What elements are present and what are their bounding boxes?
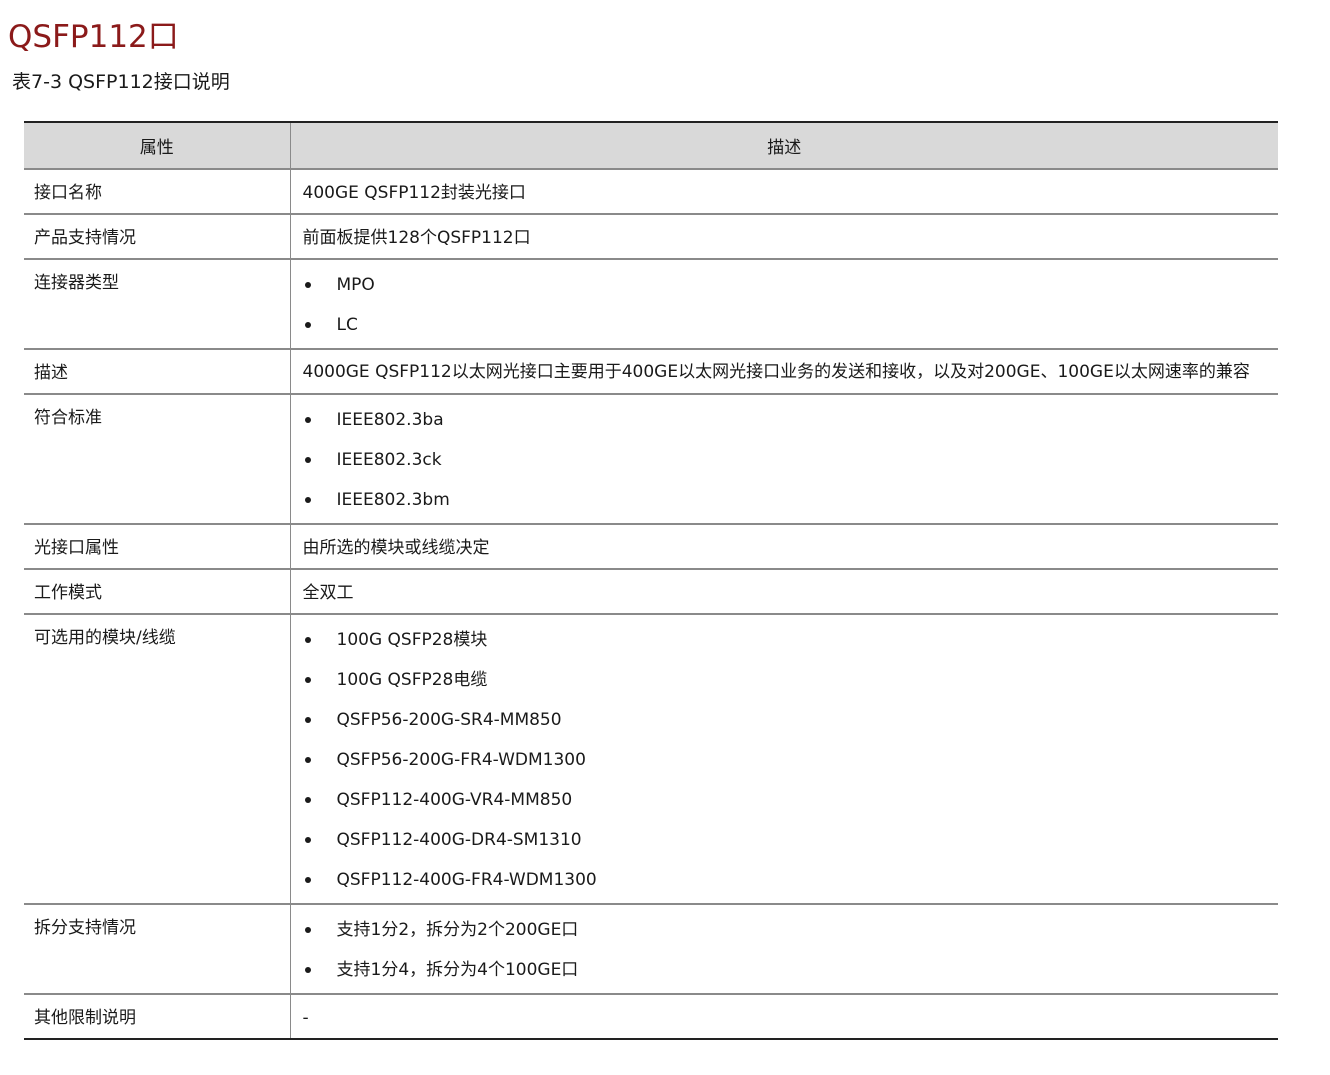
description-text: 4000GE QSFP112以太网光接口主要用于400GE以太网光接口业务的发送… <box>302 362 1250 382</box>
bullet-icon <box>304 677 311 683</box>
row-value: 100G QSFP28模块 100G QSFP28电缆 QSFP56-200G-… <box>290 614 1278 904</box>
table-row: 光接口属性 由所选的模块或线缆决定 <box>24 524 1278 569</box>
bullet-icon <box>304 757 311 763</box>
row-value: IEEE802.3ba IEEE802.3ck IEEE802.3bm <box>290 394 1278 524</box>
bullet-icon <box>304 717 311 723</box>
list-item: 100G QSFP28模块 <box>303 625 1269 665</box>
bullet-icon <box>304 797 311 803</box>
bullet-icon <box>304 967 311 973</box>
bullet-icon <box>304 322 311 328</box>
bullet-icon <box>304 497 311 503</box>
row-key: 描述 <box>24 349 291 394</box>
list-item: IEEE802.3bm <box>303 485 1269 517</box>
table-row: 拆分支持情况 支持1分2，拆分为2个200GE口 支持1分4，拆分为4个100G… <box>24 904 1278 994</box>
bullet-list: 100G QSFP28模块 100G QSFP28电缆 QSFP56-200G-… <box>303 625 1269 897</box>
row-value: MPO LC <box>290 259 1278 349</box>
header-description: 描述 <box>290 122 1278 169</box>
header-attribute: 属性 <box>24 122 291 169</box>
list-item: QSFP56-200G-FR4-WDM1300 <box>303 745 1269 785</box>
row-key: 可选用的模块/线缆 <box>24 614 291 904</box>
table-caption: 表7-3 QSFP112接口说明 <box>12 71 230 93</box>
row-key: 其他限制说明 <box>24 994 291 1039</box>
table-row: 描述 4000GE QSFP112以太网光接口主要用于400GE以太网光接口业务… <box>24 349 1278 394</box>
row-value: 400GE QSFP112封装光接口 <box>302 183 526 203</box>
bullet-icon <box>304 837 311 843</box>
table-row: 符合标准 IEEE802.3ba IEEE802.3ck IEEE802.3bm <box>24 394 1278 524</box>
table-row: 产品支持情况 前面板提供128个QSFP112口 <box>24 214 1278 259</box>
row-value: - <box>302 1008 309 1028</box>
bullet-icon <box>304 417 311 423</box>
list-item: LC <box>303 310 1269 342</box>
bullet-icon <box>304 282 311 288</box>
row-value: 支持1分2，拆分为2个200GE口 支持1分4，拆分为4个100GE口 <box>290 904 1278 994</box>
row-key: 接口名称 <box>24 169 291 214</box>
table-row: 工作模式 全双工 <box>24 569 1278 614</box>
bullet-icon <box>304 637 311 643</box>
table-header-row: 属性 描述 <box>24 122 1278 169</box>
list-item: 支持1分4，拆分为4个100GE口 <box>303 955 1269 987</box>
list-item: QSFP112-400G-VR4-MM850 <box>303 785 1269 825</box>
bullet-list: MPO LC <box>303 270 1269 342</box>
list-item: QSFP112-400G-DR4-SM1310 <box>303 825 1269 865</box>
list-item: QSFP56-200G-SR4-MM850 <box>303 705 1269 745</box>
row-key: 光接口属性 <box>24 524 291 569</box>
section-title: QSFP112口 <box>8 19 179 55</box>
row-value: 全双工 <box>302 583 354 603</box>
row-value: 4000GE QSFP112以太网光接口主要用于400GE以太网光接口业务的发送… <box>290 349 1278 394</box>
row-key: 符合标准 <box>24 394 291 524</box>
bullet-list: IEEE802.3ba IEEE802.3ck IEEE802.3bm <box>303 405 1269 517</box>
bullet-list: 支持1分2，拆分为2个200GE口 支持1分4，拆分为4个100GE口 <box>303 915 1269 987</box>
table-row: 可选用的模块/线缆 100G QSFP28模块 100G QSFP28电缆 QS… <box>24 614 1278 904</box>
list-item: 支持1分2，拆分为2个200GE口 <box>303 915 1269 955</box>
row-value: 前面板提供128个QSFP112口 <box>302 228 531 248</box>
spec-table: 属性 描述 接口名称 400GE QSFP112封装光接口 产品支持情况 前面板… <box>24 121 1278 1040</box>
bullet-icon <box>304 457 311 463</box>
row-key: 工作模式 <box>24 569 291 614</box>
row-key: 拆分支持情况 <box>24 904 291 994</box>
bullet-icon <box>304 877 311 883</box>
bullet-icon <box>304 927 311 933</box>
list-item: QSFP112-400G-FR4-WDM1300 <box>303 865 1269 897</box>
table-row: 连接器类型 MPO LC <box>24 259 1278 349</box>
list-item: IEEE802.3ck <box>303 445 1269 485</box>
row-key: 产品支持情况 <box>24 214 291 259</box>
list-item: IEEE802.3ba <box>303 405 1269 445</box>
row-key: 连接器类型 <box>24 259 291 349</box>
list-item: 100G QSFP28电缆 <box>303 665 1269 705</box>
list-item: MPO <box>303 270 1269 310</box>
table-row: 其他限制说明 - <box>24 994 1278 1039</box>
table-row: 接口名称 400GE QSFP112封装光接口 <box>24 169 1278 214</box>
row-value: 由所选的模块或线缆决定 <box>302 538 490 558</box>
